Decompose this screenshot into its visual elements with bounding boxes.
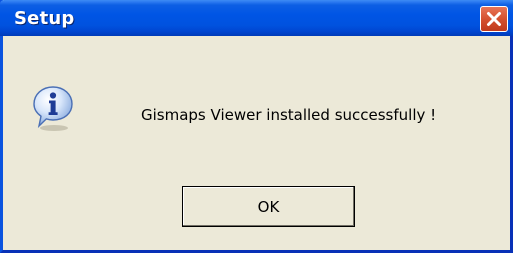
setup-dialog: Setup Gismaps Viewer installed successfu… xyxy=(0,0,513,253)
ok-button[interactable]: OK xyxy=(182,186,355,227)
dialog-message: Gismaps Viewer installed successfully ! xyxy=(141,106,437,124)
dialog-title: Setup xyxy=(14,8,75,29)
close-icon xyxy=(487,12,501,26)
title-bar[interactable]: Setup xyxy=(0,0,513,36)
info-icon xyxy=(33,86,73,131)
close-button[interactable] xyxy=(480,6,508,32)
